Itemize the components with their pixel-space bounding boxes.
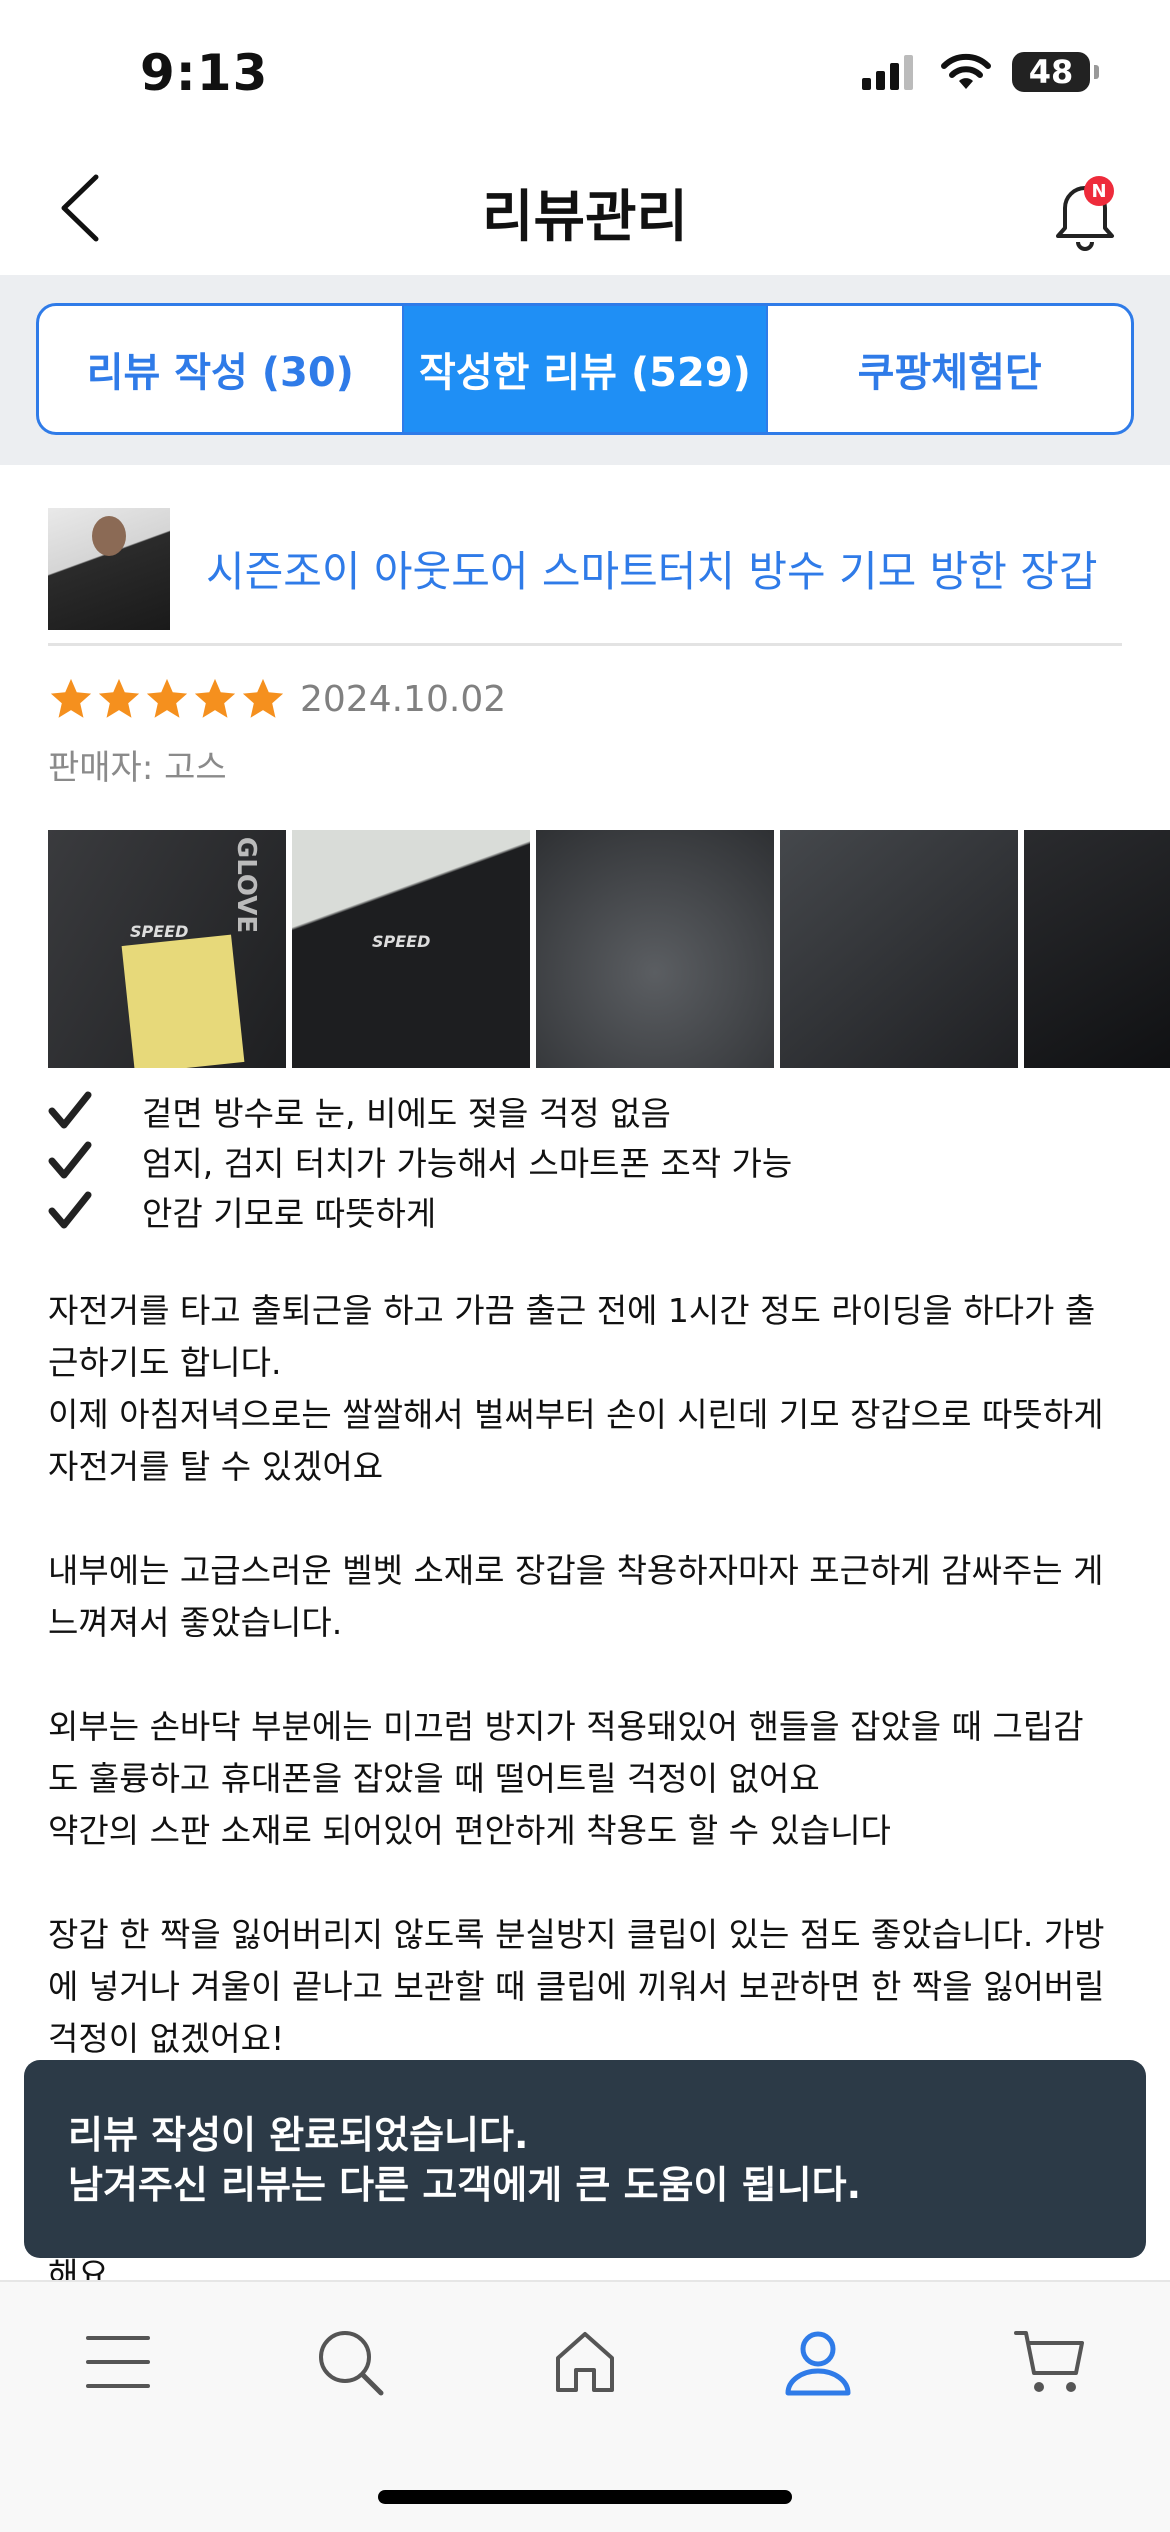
- review-photo[interactable]: SPEED: [292, 830, 530, 1068]
- checkmark-icon: [48, 1091, 102, 1131]
- nav-my-account[interactable]: [778, 2322, 858, 2402]
- toast-line: 리뷰 작성이 완료되었습니다.: [68, 2113, 529, 2157]
- star-icon: [98, 678, 140, 718]
- review-photo[interactable]: [780, 830, 1018, 1068]
- cart-icon: [1014, 2331, 1084, 2392]
- check-text: 엄지, 검지 터치가 가능해서 스마트폰 조작 가능: [142, 1144, 793, 1183]
- home-indicator: [378, 2490, 792, 2504]
- review-date: 2024.10.02: [300, 678, 507, 720]
- photo-text: SPEED: [372, 932, 431, 951]
- page-title: 리뷰관리: [481, 185, 689, 250]
- nav-menu[interactable]: [78, 2322, 158, 2402]
- product-name-link[interactable]: 시즌조이 아웃도어 스마트터치 방수 기모 방한 장갑: [206, 538, 1098, 599]
- star-icon: [50, 678, 92, 718]
- checkmark-icon: [48, 1141, 102, 1181]
- review-tabs: 리뷰 작성 (30) 작성한 리뷰 (529) 쿠팡체험단: [36, 303, 1134, 435]
- signal-icon: [862, 55, 913, 90]
- review-paragraph: 외부는 손바닥 부분에는 미끄럼 방지가 적용돼있어 핸들을 잡았을 때 그립감…: [48, 1707, 1084, 1850]
- battery-icon: 48: [1012, 52, 1099, 92]
- seller-name: 판매자: 고스: [48, 748, 227, 788]
- wifi-icon: [941, 53, 991, 89]
- star-rating: [48, 676, 286, 722]
- bell-icon: [1056, 186, 1114, 251]
- tab-write-review[interactable]: 리뷰 작성 (30): [39, 306, 402, 432]
- header: 리뷰관리 N: [0, 140, 1170, 275]
- tabs-area: 리뷰 작성 (30) 작성한 리뷰 (529) 쿠팡체험단: [0, 275, 1170, 465]
- review-photo[interactable]: [536, 830, 774, 1068]
- nav-cart[interactable]: [1010, 2322, 1090, 2402]
- status-bar: 9:13 48: [0, 0, 1170, 140]
- photo-text: SPEED: [130, 922, 189, 941]
- notification-button[interactable]: N: [1040, 166, 1130, 256]
- toast-message: 리뷰 작성이 완료되었습니다. 남겨주신 리뷰는 다른 고객에게 큰 도움이 됩…: [24, 2060, 1146, 2258]
- star-icon: [146, 678, 188, 718]
- star-icon: [194, 678, 236, 718]
- review-paragraph: 자전거를 타고 출퇴근을 하고 가끔 출근 전에 1시간 정도 라이딩을 하다가…: [48, 1291, 1104, 1486]
- rating-row: 2024.10.02: [48, 676, 506, 722]
- review-body: 자전거를 타고 출퇴근을 하고 가끔 출근 전에 1시간 정도 라이딩을 하다가…: [48, 1285, 1128, 2117]
- feature-checklist: 겉면 방수로 눈, 비에도 젖을 걱정 없음 엄지, 검지 터치가 가능해서 스…: [48, 1086, 792, 1236]
- review-photo[interactable]: SPEED GLOVE: [48, 830, 286, 1068]
- review-paragraph: 장갑 한 짝을 잃어버리지 않도록 분실방지 클립이 있는 점도 좋았습니다. …: [48, 1915, 1105, 2058]
- nav-search[interactable]: [310, 2322, 390, 2402]
- tab-written-reviews[interactable]: 작성한 리뷰 (529): [401, 306, 767, 432]
- check-text: 안감 기모로 따뜻하게: [142, 1194, 437, 1233]
- review-photo[interactable]: [1024, 830, 1170, 1068]
- notification-badge: N: [1084, 176, 1114, 206]
- check-item: 겉면 방수로 눈, 비에도 젖을 걱정 없음: [48, 1086, 792, 1136]
- check-item: 안감 기모로 따뜻하게: [48, 1186, 792, 1236]
- search-icon: [319, 2331, 384, 2396]
- my-account-icon: [785, 2331, 851, 2396]
- review-photos: SPEED GLOVE SPEED: [48, 830, 1170, 1068]
- nav-home[interactable]: [545, 2322, 625, 2402]
- star-icon: [242, 678, 284, 718]
- check-item: 엄지, 검지 터치가 가능해서 스마트폰 조작 가능: [48, 1136, 792, 1186]
- status-icons: 48: [860, 52, 1099, 92]
- menu-icon: [86, 2336, 150, 2388]
- checkmark-icon: [48, 1191, 102, 1231]
- home-icon: [556, 2332, 614, 2392]
- product-thumbnail: [48, 507, 170, 630]
- product-row[interactable]: 시즌조이 아웃도어 스마트터치 방수 기모 방한 장갑: [48, 494, 1122, 646]
- toast-line: 남겨주신 리뷰는 다른 고객에게 큰 도움이 됩니다.: [68, 2163, 862, 2207]
- review-paragraph: 내부에는 고급스러운 벨벳 소재로 장갑을 착용하자마자 포근하게 감싸주는 게…: [48, 1551, 1104, 1642]
- tab-coupang-trial[interactable]: 쿠팡체험단: [766, 306, 1131, 432]
- check-text: 겉면 방수로 눈, 비에도 젖을 걱정 없음: [142, 1094, 671, 1133]
- status-time: 9:13: [140, 44, 269, 102]
- photo-text: GLOVE: [231, 836, 262, 934]
